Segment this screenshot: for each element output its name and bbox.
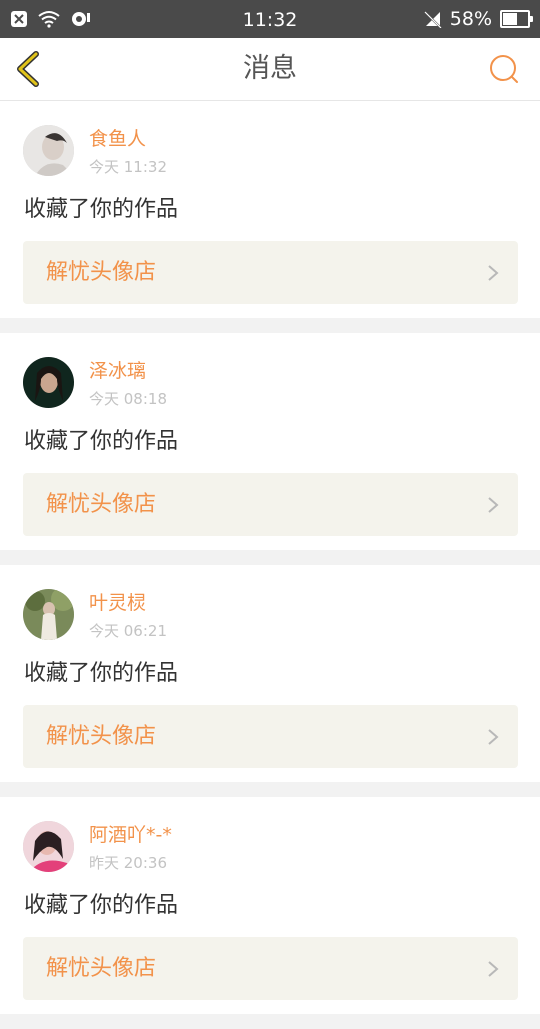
username[interactable]: 泽冰璃 [89, 360, 146, 382]
avatar[interactable] [23, 125, 74, 176]
timestamp: 今天 11:32 [89, 158, 167, 176]
status-right-icons: 58% [424, 8, 533, 30]
battery-icon [500, 10, 533, 28]
shop-link[interactable]: 解忧头像店 [23, 705, 518, 768]
chevron-right-icon [488, 729, 499, 745]
shop-link[interactable]: 解忧头像店 [23, 473, 518, 536]
action-text: 收藏了你的作品 [24, 661, 179, 686]
battery-percent: 58% [449, 8, 492, 30]
avatar[interactable] [23, 589, 74, 640]
timestamp: 昨天 20:36 [89, 854, 167, 872]
top-nav-bar: 消息 [0, 38, 540, 101]
shop-link[interactable]: 解忧头像店 [23, 241, 518, 304]
action-text: 收藏了你的作品 [24, 429, 179, 454]
shop-name: 解忧头像店 [46, 260, 157, 285]
chevron-right-icon [488, 265, 499, 281]
signal-off-icon [424, 11, 442, 28]
avatar[interactable] [23, 357, 74, 408]
shop-link[interactable]: 解忧头像店 [23, 937, 518, 1000]
status-bar: 11:32 58% [0, 0, 540, 38]
avatar-image [23, 821, 74, 872]
username[interactable]: 食鱼人 [89, 128, 146, 150]
chevron-right-icon [488, 497, 499, 513]
username[interactable]: 叶灵棂 [89, 592, 146, 614]
notification-card: 泽冰璃 今天 08:18 收藏了你的作品 解忧头像店 [0, 333, 540, 550]
page-title: 消息 [243, 53, 297, 84]
shop-name: 解忧头像店 [46, 492, 157, 517]
notification-card: 阿酒吖*-* 昨天 20:36 收藏了你的作品 解忧头像店 [0, 797, 540, 1014]
avatar-image [23, 589, 74, 640]
chevron-right-icon [488, 961, 499, 977]
timestamp: 今天 06:21 [89, 622, 167, 640]
action-text: 收藏了你的作品 [24, 197, 179, 222]
notification-list: 食鱼人 今天 11:32 收藏了你的作品 解忧头像店 泽冰璃 今天 08:18 … [0, 101, 540, 1029]
avatar-image [23, 125, 74, 176]
shop-name: 解忧头像店 [46, 724, 157, 749]
notification-card: 叶灵棂 今天 06:21 收藏了你的作品 解忧头像店 [0, 565, 540, 782]
username[interactable]: 阿酒吖*-* [89, 824, 172, 846]
search-icon[interactable] [488, 53, 520, 85]
avatar[interactable] [23, 821, 74, 872]
timestamp: 今天 08:18 [89, 390, 167, 408]
notification-card: 食鱼人 今天 11:32 收藏了你的作品 解忧头像店 [0, 101, 540, 318]
avatar-image [23, 357, 74, 408]
action-text: 收藏了你的作品 [24, 893, 179, 918]
